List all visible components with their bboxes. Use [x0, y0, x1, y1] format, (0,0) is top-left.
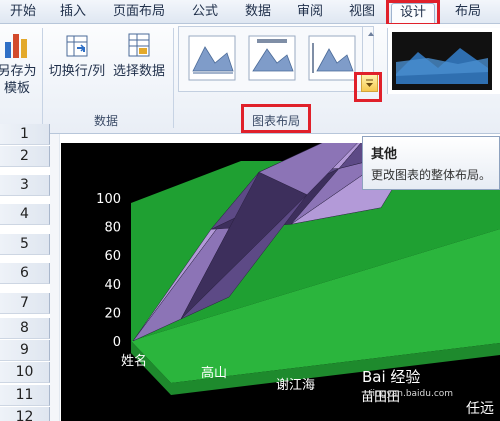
- chart-layout-gallery: [178, 26, 374, 92]
- row-header[interactable]: 4: [0, 204, 50, 225]
- chart-layout-option-3[interactable]: [307, 33, 357, 83]
- highlight-design-tab: [386, 0, 440, 26]
- x-tick-label: 姓名: [121, 353, 147, 369]
- save-as-template-label: 另存为 模板: [0, 64, 37, 96]
- switch-row-column-icon: [66, 35, 88, 57]
- row-header[interactable]: 12: [0, 407, 50, 421]
- y-tick-label: 0: [113, 335, 121, 350]
- row-header[interactable]: 5: [0, 234, 50, 255]
- tab-review[interactable]: 审阅: [293, 3, 327, 23]
- switch-row-column-label: 切换行/列: [48, 64, 106, 79]
- author-name: 任远: [466, 401, 494, 417]
- y-tick-label: 20: [104, 306, 121, 321]
- template-icon: [5, 34, 27, 58]
- highlight-more-button: [354, 72, 382, 102]
- switch-row-column-button[interactable]: 切换行/列: [46, 30, 108, 80]
- tab-view[interactable]: 视图: [345, 3, 379, 23]
- scroll-up-icon[interactable]: [363, 26, 379, 56]
- tooltip-title: 其他: [371, 147, 398, 162]
- row-header[interactable]: 9: [0, 340, 50, 361]
- row-header[interactable]: 1: [0, 124, 50, 145]
- watermark-brand: Bai 经验: [362, 368, 421, 386]
- tab-formulas[interactable]: 公式: [188, 3, 222, 23]
- tab-layout[interactable]: 布局: [451, 3, 485, 23]
- y-tick-label: 40: [104, 278, 121, 293]
- tooltip-body: 更改图表的整体布局。: [371, 168, 492, 182]
- tooltip: 其他 更改图表的整体布局。: [362, 136, 500, 190]
- column-a: [50, 134, 60, 421]
- x-tick-label: 谢江海: [276, 377, 315, 393]
- tab-data[interactable]: 数据: [241, 3, 275, 23]
- x-tick-label: 高山: [201, 365, 227, 381]
- chart-layout-option-2[interactable]: [247, 33, 297, 83]
- save-as-template-button[interactable]: 另存为 模板: [0, 30, 42, 97]
- y-tick-label: 60: [104, 249, 121, 264]
- tab-insert[interactable]: 插入: [56, 3, 90, 23]
- chart-style-preview[interactable]: [388, 28, 500, 94]
- select-data-icon: [128, 33, 150, 57]
- y-tick-label: 100: [96, 192, 121, 207]
- row-header[interactable]: 7: [0, 293, 50, 314]
- row-header[interactable]: 8: [0, 318, 50, 339]
- row-header[interactable]: 11: [0, 385, 50, 406]
- highlight-chart-layout-label: [241, 104, 311, 133]
- tab-page-layout[interactable]: 页面布局: [108, 3, 170, 23]
- row-header[interactable]: 2: [0, 146, 50, 167]
- group-separator: [42, 28, 43, 128]
- select-data-label: 选择数据: [112, 64, 165, 79]
- y-tick-label: 80: [104, 221, 121, 236]
- chart-styles-strip: [387, 28, 500, 94]
- row-header[interactable]: 10: [0, 362, 50, 383]
- row-header[interactable]: 6: [0, 263, 50, 284]
- group-separator: [173, 28, 174, 128]
- data-group-label: 数据: [94, 114, 119, 128]
- watermark-url: jingyan.baidu.com: [370, 389, 454, 399]
- tab-home[interactable]: 开始: [6, 3, 40, 23]
- select-data-button[interactable]: 选择数据: [110, 30, 168, 80]
- row-header[interactable]: 3: [0, 175, 50, 196]
- chart-layout-option-1[interactable]: [187, 33, 237, 83]
